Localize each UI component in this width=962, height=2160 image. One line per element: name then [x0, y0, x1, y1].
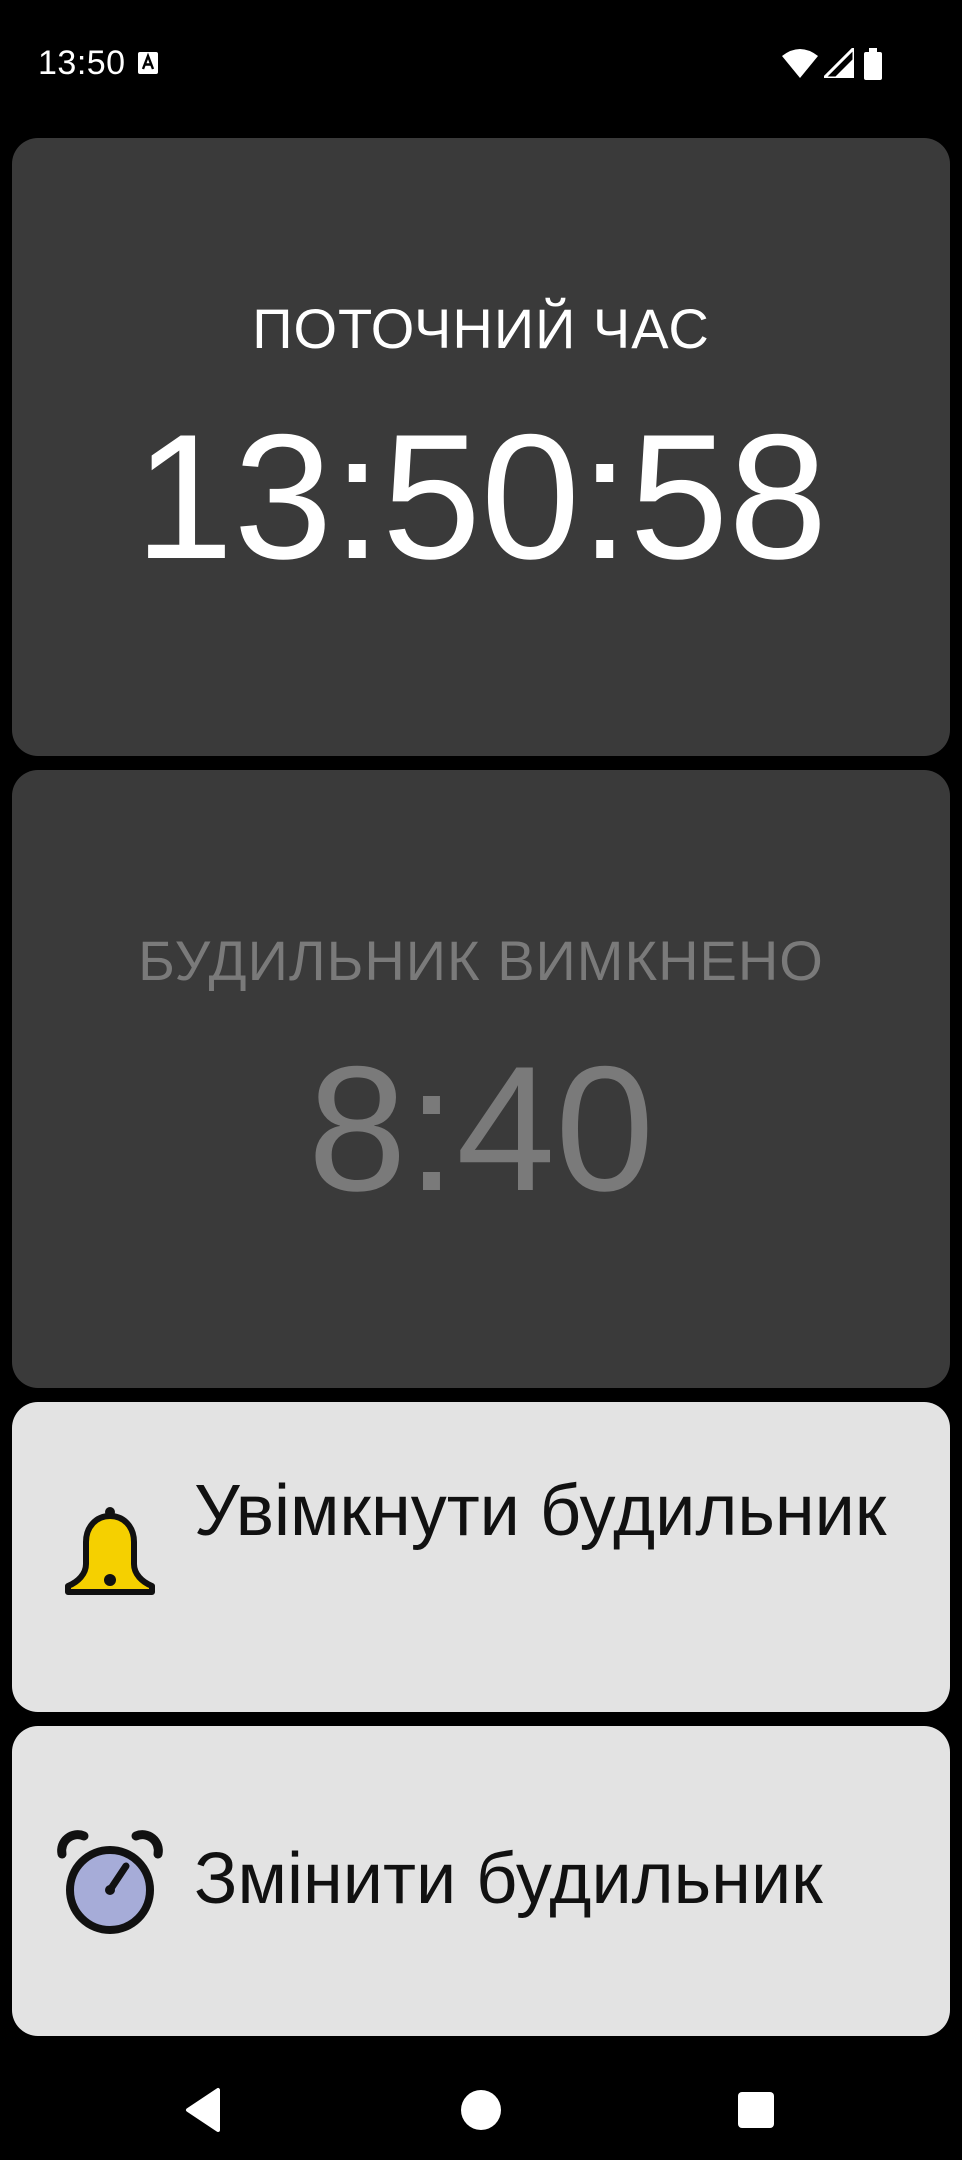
status-time: 13:50 — [38, 44, 126, 82]
current-time-card: ПОТОЧНИЙ ЧАС 13:50:58 — [12, 138, 950, 756]
bell-icon — [65, 1507, 155, 1595]
navigation-bar — [0, 2060, 962, 2160]
current-time-label: ПОТОЧНИЙ ЧАС — [252, 297, 710, 360]
alarm-clock-icon — [57, 1830, 163, 1934]
enable-alarm-button[interactable]: Увімкнути будильник — [12, 1402, 950, 1712]
battery-icon — [864, 48, 882, 80]
wifi-icon — [782, 49, 818, 78]
signal-icon — [824, 48, 854, 78]
recents-icon[interactable] — [726, 2080, 786, 2140]
keyboard-a-icon — [138, 52, 158, 74]
alarm-status-label: БУДИЛЬНИК ВИМКНЕНО — [138, 929, 824, 992]
back-icon[interactable] — [176, 2080, 236, 2140]
change-alarm-button[interactable]: Змінити будильник — [12, 1726, 950, 2036]
current-time-value: 13:50:58 — [134, 397, 828, 596]
alarm-time-value: 8:40 — [307, 1029, 655, 1228]
alarm-status-card: БУДИЛЬНИК ВИМКНЕНО 8:40 — [12, 770, 950, 1388]
home-icon[interactable] — [451, 2080, 511, 2140]
enable-alarm-label: Увімкнути будильник — [194, 1471, 887, 1551]
status-bar: 13:50 — [0, 0, 962, 130]
change-alarm-label: Змінити будильник — [194, 1839, 823, 1919]
